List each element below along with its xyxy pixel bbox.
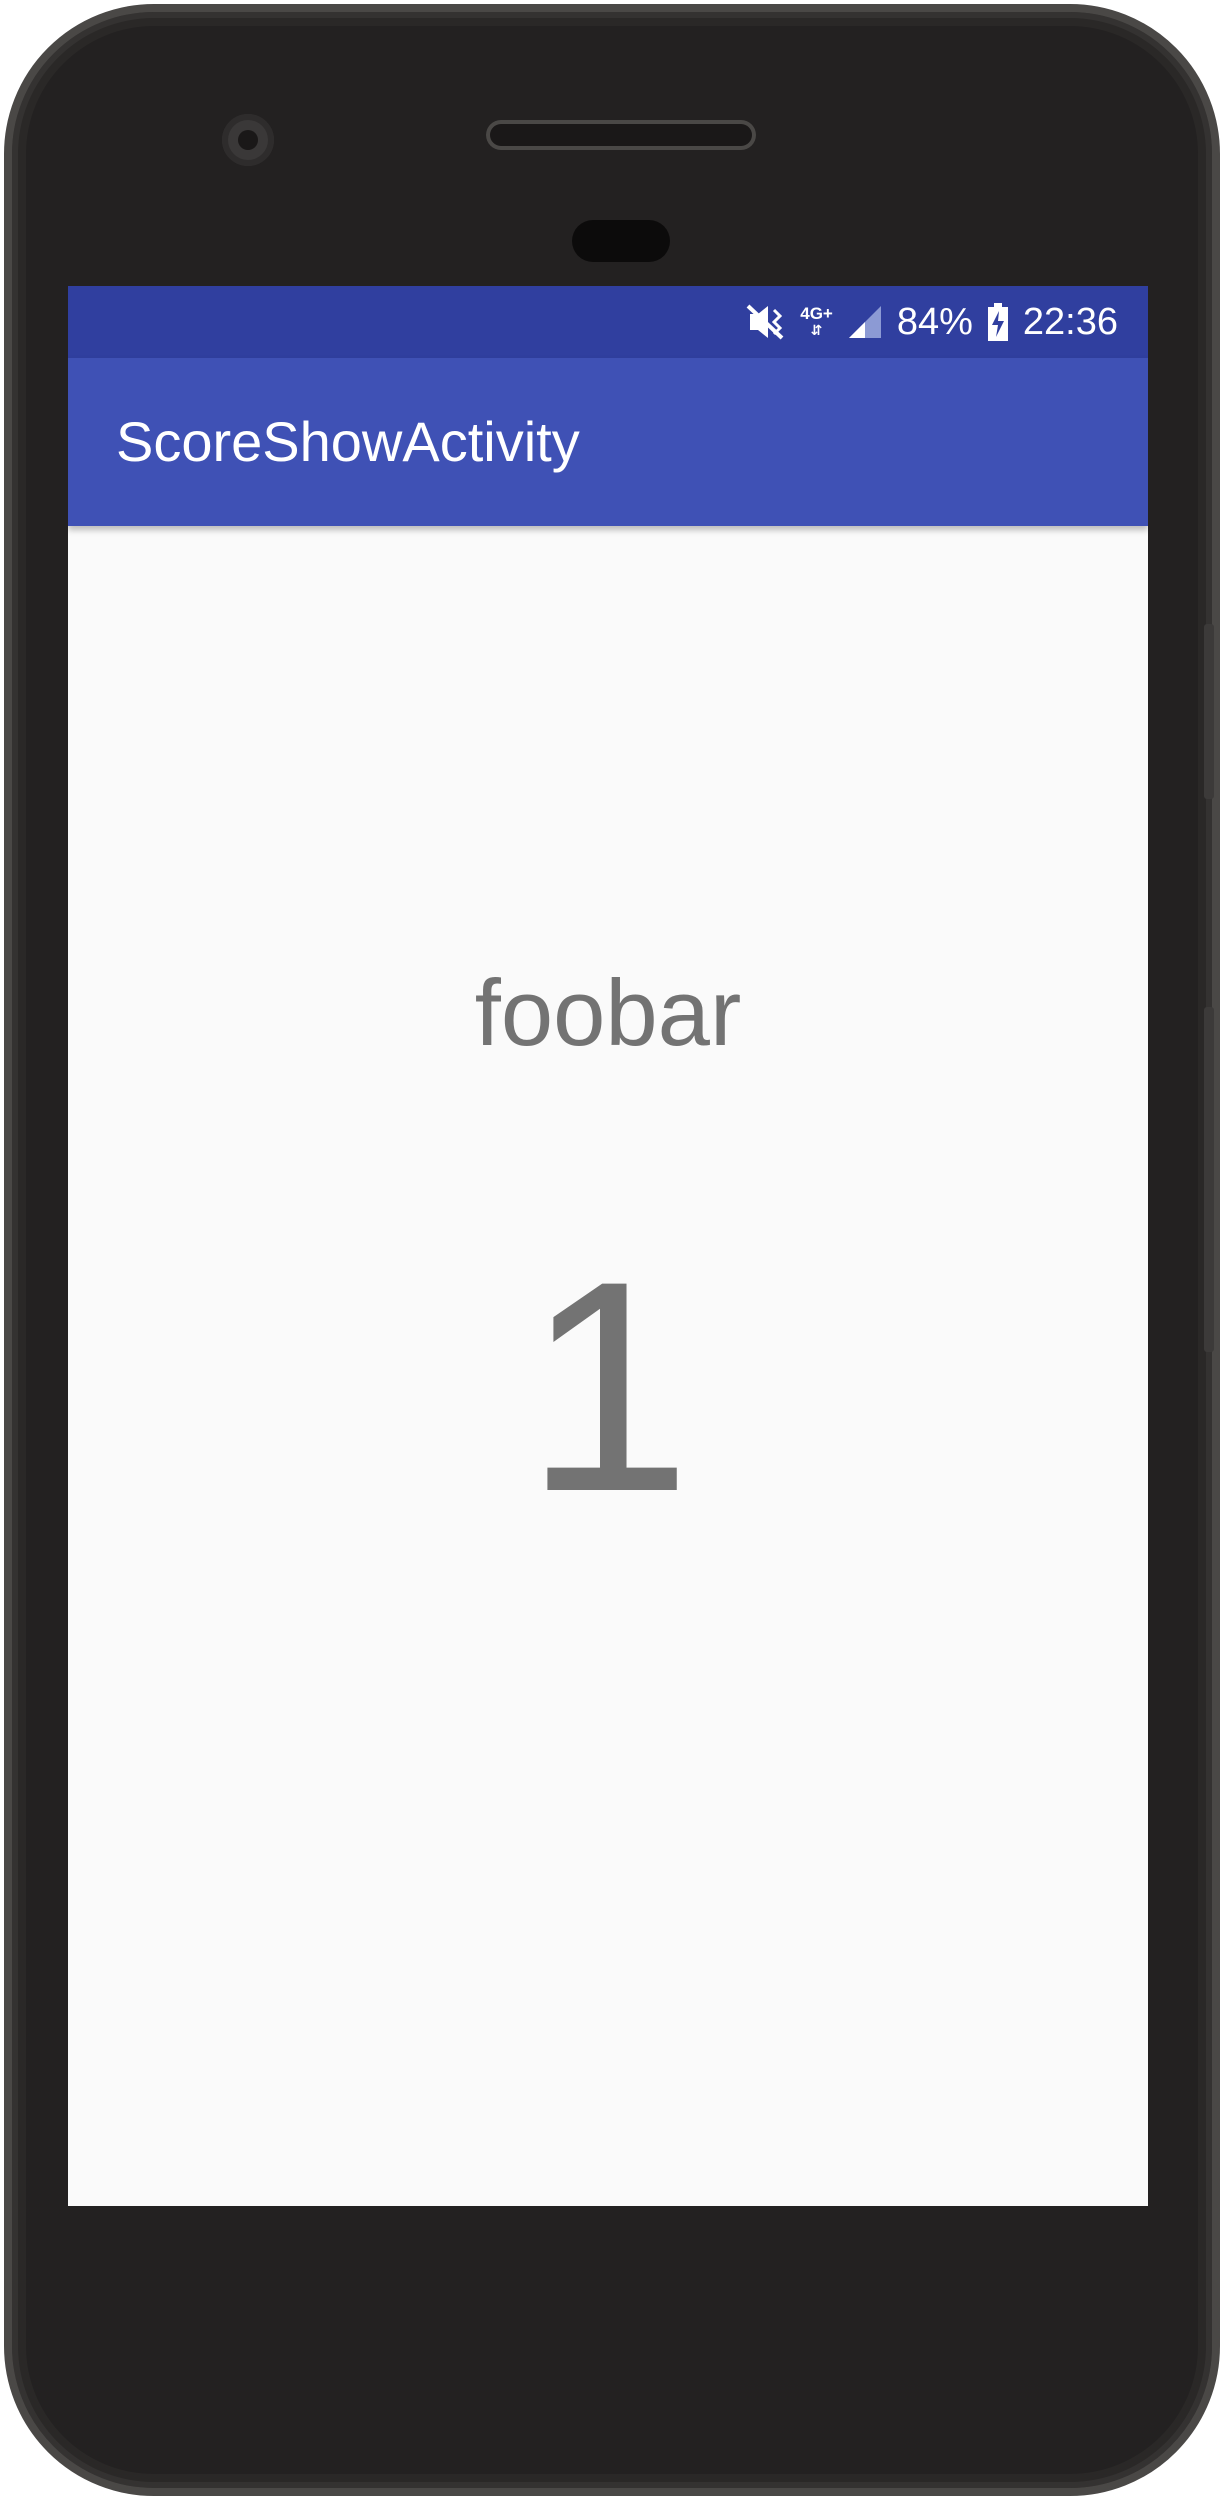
status-bar: 4G+ ⇵ 84% 22:36 — [68, 286, 1148, 358]
clock: 22:36 — [1022, 300, 1118, 343]
app-title: ScoreShowActivity — [116, 410, 580, 473]
status-icons: 4G+ ⇵ 84% 22:36 — [746, 286, 1118, 358]
battery-label: 84% — [896, 300, 973, 343]
battery-charging-icon — [987, 303, 1009, 341]
app-bar: ScoreShowActivity — [68, 358, 1148, 526]
proximity-sensor — [572, 220, 670, 262]
front-camera — [222, 114, 274, 166]
network-type-label: 4G+ — [800, 304, 833, 323]
score-value: 1 — [524, 1218, 692, 1554]
earpiece-speaker — [486, 120, 756, 150]
screen: 4G+ ⇵ 84% 22:36 ScoreShowActivity foobar… — [68, 286, 1148, 2206]
power-button — [1204, 624, 1214, 799]
vibrate-mute-icon — [746, 302, 786, 342]
volume-button — [1204, 1007, 1214, 1352]
player-name: foobar — [474, 960, 742, 1065]
cell-signal-icon — [847, 304, 883, 340]
network-data-icon: 4G+ ⇵ — [800, 304, 833, 338]
